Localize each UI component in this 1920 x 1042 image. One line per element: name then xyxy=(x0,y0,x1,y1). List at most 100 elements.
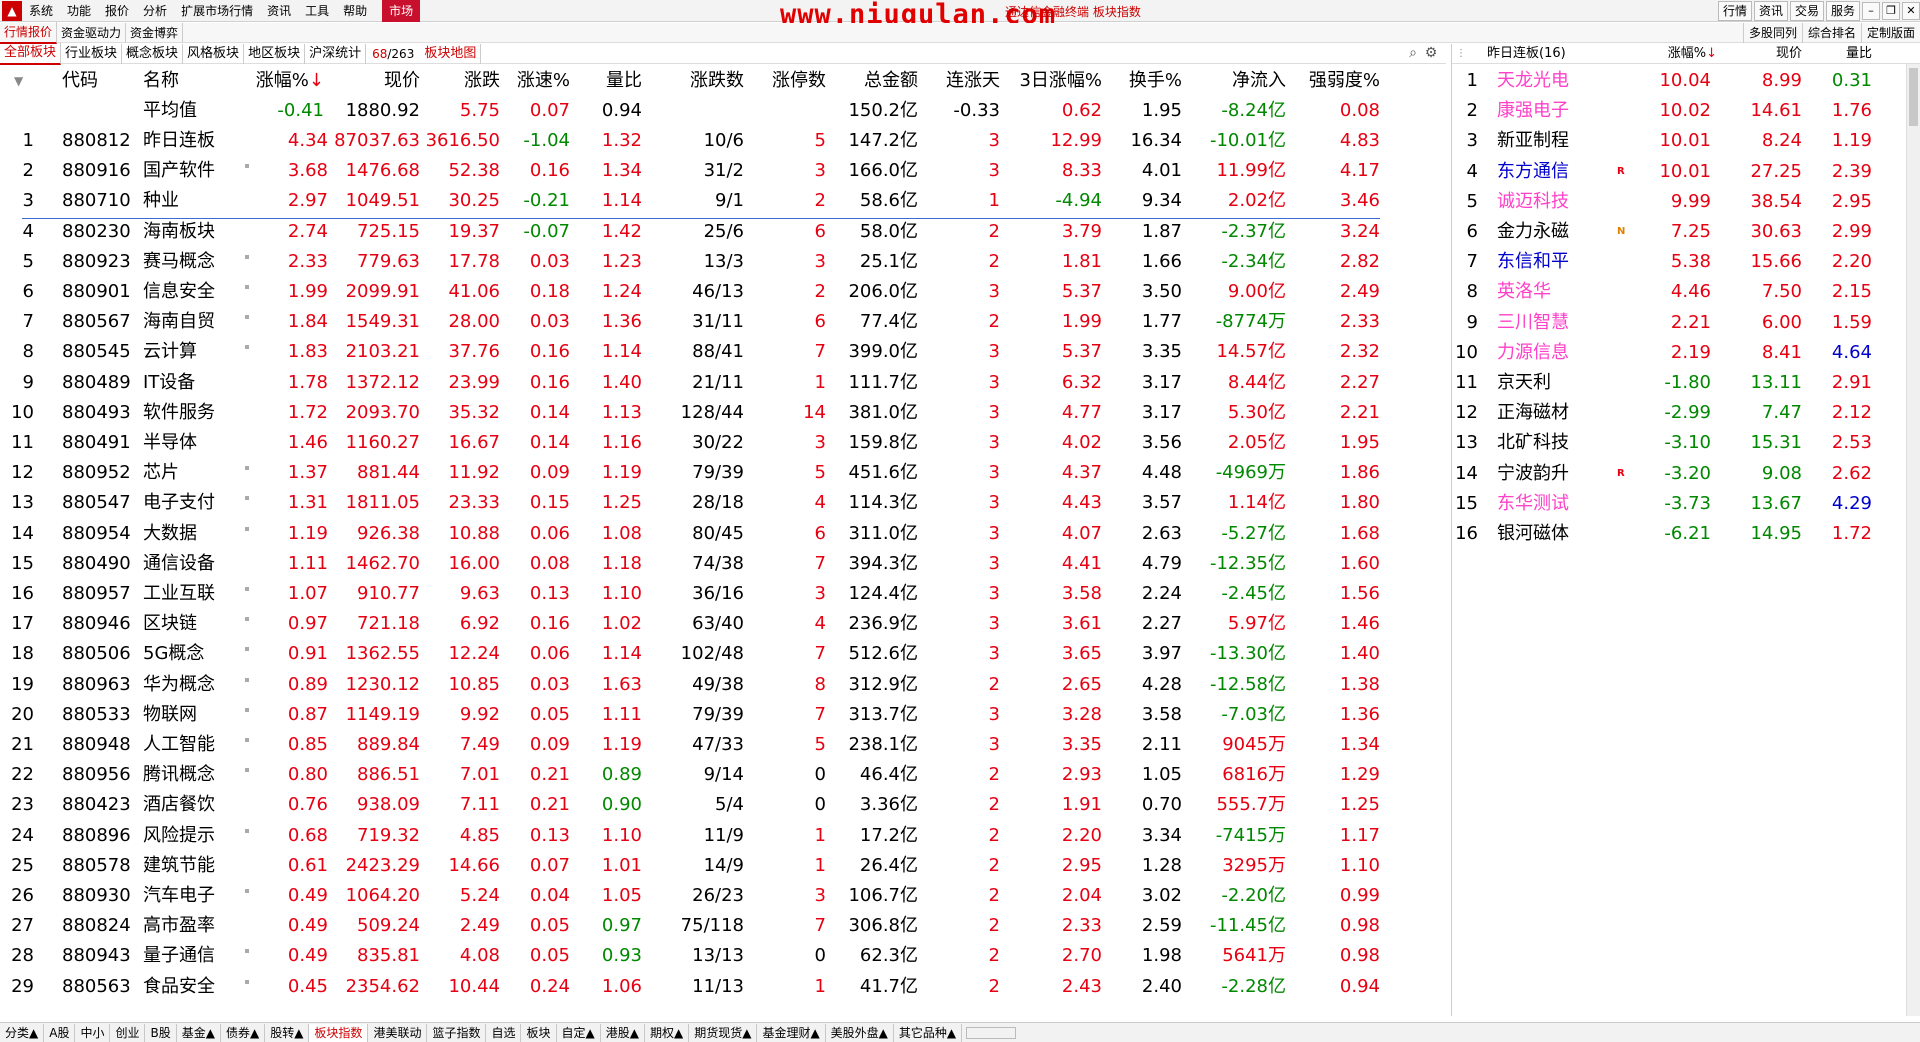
col-limit-up-count[interactable]: 涨停数 xyxy=(744,66,826,96)
table-row[interactable]: 1 880812 昨日连板 4.34 87037.63 3616.50 -1.04 1.32 1… xyxy=(0,126,1446,156)
table-row[interactable]: 12 880952 芯片 1.37 881.44 11.92 0.09 1.19 79/39 5 4… xyxy=(0,458,1446,488)
table-row[interactable]: 18 880506 5G概念 0.91 1362.55 12.24 0.06 1.14 102/… xyxy=(0,639,1446,669)
table-row[interactable]: 11 880491 半导体 1.46 1160.27 16.67 0.14 1.16 30/22… xyxy=(0,428,1446,458)
tab-multi-stock[interactable]: 多股同列 xyxy=(1742,23,1802,43)
col-name[interactable]: 名称 xyxy=(143,66,179,96)
menu-extended-market[interactable]: 扩展市场行情 xyxy=(174,0,260,22)
col-rise-days[interactable]: 连涨天 xyxy=(918,66,1000,96)
menu-tools[interactable]: 工具 xyxy=(298,0,336,22)
bottom-tab[interactable]: 自定▲ xyxy=(557,1023,601,1042)
constituent-row[interactable]: 11 京天利 -1.80 13.11 2.91 xyxy=(1452,368,1920,398)
table-row[interactable]: 13 880547 电子支付 1.31 1811.05 23.33 0.15 1.25 28/1… xyxy=(0,488,1446,518)
bottom-tab[interactable]: 中小 xyxy=(75,1023,111,1042)
tab-fund-game[interactable]: 资金博弈 xyxy=(126,22,184,43)
constituent-row[interactable]: 1 天龙光电 10.04 8.99 0.31 xyxy=(1452,66,1920,96)
tab-quote-board[interactable]: 行情报价 xyxy=(0,21,58,44)
tab-composite-rank[interactable]: 综合排名 xyxy=(1801,23,1861,43)
table-row[interactable]: 16 880957 工业互联 1.07 910.77 9.63 0.13 1.10 36/16 3… xyxy=(0,579,1446,609)
constituent-col-pct[interactable]: 涨幅%↓ xyxy=(1647,44,1717,64)
col-3day-pct[interactable]: 3日涨幅% xyxy=(1000,66,1102,96)
table-row[interactable]: 17 880946 区块链 0.97 721.18 6.92 0.16 1.02 63/40 4 2… xyxy=(0,609,1446,639)
table-row[interactable]: 22 880956 腾讯概念 0.80 886.51 7.01 0.21 0.89 9/14 0 4… xyxy=(0,760,1446,790)
table-row[interactable]: 28 880943 量子通信 0.49 835.81 4.08 0.05 0.93 13/13 0… xyxy=(0,941,1446,971)
table-row[interactable]: 26 880930 汽车电子 0.49 1064.20 5.24 0.04 1.05 26/23… xyxy=(0,881,1446,911)
table-row[interactable]: 9 880489 IT设备 1.78 1372.12 23.99 0.16 1.40 21/11… xyxy=(0,368,1446,398)
table-row[interactable]: 10 880493 软件服务 1.72 2093.70 35.32 0.14 1.13 128/… xyxy=(0,398,1446,428)
bottom-tab[interactable]: 债券▲ xyxy=(221,1023,266,1042)
col-code[interactable]: 代码 xyxy=(62,66,98,96)
tab-all-sectors[interactable]: 全部板块 xyxy=(0,42,62,65)
quote-button[interactable]: 行情 xyxy=(1717,1,1752,21)
table-row[interactable]: 25 880578 建筑节能 0.61 2423.29 14.66 0.07 1.01 14/9… xyxy=(0,851,1446,881)
table-row[interactable]: 24 880896 风险提示 0.68 719.32 4.85 0.13 1.10 11/9 1 1… xyxy=(0,821,1446,851)
menu-market[interactable]: 市场 xyxy=(382,0,421,22)
bottom-tab[interactable]: 美股外盘▲ xyxy=(826,1023,894,1042)
bottom-tab[interactable]: A股 xyxy=(44,1023,76,1042)
bottom-tab[interactable]: B股 xyxy=(145,1023,177,1042)
col-total-amount[interactable]: 总金额 xyxy=(826,66,918,96)
col-net-inflow[interactable]: 净流入 xyxy=(1182,66,1286,96)
table-row[interactable]: 7 880567 海南自贸 1.84 1549.31 28.00 0.03 1.36 31/11… xyxy=(0,307,1446,337)
horizontal-scrollbar[interactable] xyxy=(966,1026,1017,1039)
menu-quote[interactable]: 报价 xyxy=(98,0,136,22)
col-pct[interactable]: 涨幅%↓ xyxy=(254,66,324,96)
news-button[interactable]: 资讯 xyxy=(1753,1,1788,21)
col-up-down-count[interactable]: 涨跌数 xyxy=(642,66,744,96)
col-turnover[interactable]: 换手% xyxy=(1102,66,1182,96)
table-row[interactable]: 23 880423 酒店餐饮 0.76 938.09 7.11 0.21 0.90 5/4 0 3.… xyxy=(0,790,1446,820)
table-row[interactable]: 3 880710 种业 2.97 1049.51 30.25 -0.21 1.14 9/1 2 58… xyxy=(0,186,1446,216)
bottom-tab[interactable]: 分类▲ xyxy=(0,1023,45,1042)
tab-fund-drive[interactable]: 资金驱动力 xyxy=(57,22,127,43)
table-row[interactable]: 15 880490 通信设备 1.11 1462.70 16.00 0.08 1.18 74/3… xyxy=(0,549,1446,579)
constituent-row[interactable]: 8 英洛华 4.46 7.50 2.15 xyxy=(1452,277,1920,307)
table-row[interactable]: 21 880948 人工智能 0.85 889.84 7.49 0.09 1.19 47/33 5… xyxy=(0,730,1446,760)
bottom-tab[interactable]: 篮子指数 xyxy=(427,1023,487,1042)
bottom-tab[interactable]: 基金▲ xyxy=(177,1023,221,1042)
close-icon[interactable]: ✕ xyxy=(1902,2,1920,20)
search-icon[interactable]: ⌕ xyxy=(1404,45,1422,61)
table-row[interactable]: 27 880824 高市盈率 0.49 509.24 2.49 0.05 0.97 75/118… xyxy=(0,911,1446,941)
constituent-row[interactable]: 4 东方通信 R 10.01 27.25 2.39 xyxy=(1452,157,1920,187)
constituent-row[interactable]: 12 正海磁材 -2.99 7.47 2.12 xyxy=(1452,398,1920,428)
constituent-row[interactable]: 6 金力永磁 N 7.25 30.63 2.99 xyxy=(1452,217,1920,247)
constituent-row[interactable]: 5 诚迈科技 9.99 38.54 2.95 xyxy=(1452,187,1920,217)
service-button[interactable]: 服务 xyxy=(1825,1,1860,21)
table-row[interactable]: 5 880923 赛马概念 2.33 779.63 17.78 0.03 1.23 13/3 3 2… xyxy=(0,247,1446,277)
tab-market-stats[interactable]: 沪深统计 xyxy=(305,43,367,64)
drag-handle-icon[interactable]: ⋮ xyxy=(1456,44,1466,64)
menu-help[interactable]: 帮助 xyxy=(336,0,374,22)
table-row[interactable]: 8 880545 云计算 1.83 2103.21 37.76 0.16 1.14 88/41 7… xyxy=(0,337,1446,367)
tab-style-sectors[interactable]: 风格板块 xyxy=(183,43,245,64)
minimize-icon[interactable]: – xyxy=(1862,2,1880,20)
tab-sector-map[interactable]: 板块地图 xyxy=(420,43,482,64)
col-change[interactable]: 涨跌 xyxy=(420,66,500,96)
bottom-tab[interactable]: 板块指数 xyxy=(309,1023,369,1042)
constituent-row[interactable]: 16 银河磁体 -6.21 14.95 1.72 xyxy=(1452,519,1920,549)
menu-news[interactable]: 资讯 xyxy=(260,0,298,22)
sort-triangle-icon[interactable]: ▼ xyxy=(14,66,23,96)
bottom-tab[interactable]: 其它品种▲ xyxy=(894,1023,963,1042)
tab-custom-layout[interactable]: 定制版面 xyxy=(1860,23,1920,43)
col-strength[interactable]: 强弱度% xyxy=(1286,66,1380,96)
constituent-col-volume-ratio[interactable]: 量比 xyxy=(1812,44,1872,64)
bottom-tab[interactable]: 基金理财▲ xyxy=(757,1023,826,1042)
col-speed[interactable]: 涨速% xyxy=(500,66,570,96)
bottom-tab[interactable]: 股转▲ xyxy=(265,1023,310,1042)
restore-icon[interactable]: ❐ xyxy=(1882,2,1900,20)
bottom-tab[interactable]: 创业 xyxy=(110,1023,146,1042)
table-row[interactable]: 14 880954 大数据 1.19 926.38 10.88 0.06 1.08 80/45 6… xyxy=(0,519,1446,549)
tab-concept-sectors[interactable]: 概念板块 xyxy=(122,43,184,64)
tab-region-sectors[interactable]: 地区板块 xyxy=(244,43,306,64)
bottom-tab[interactable]: 自选 xyxy=(486,1023,522,1042)
table-row[interactable]: 20 880533 物联网 0.87 1149.19 9.92 0.05 1.11 79/39 7… xyxy=(0,700,1446,730)
bottom-tab[interactable]: 板块 xyxy=(521,1023,557,1042)
constituent-row[interactable]: 2 康强电子 10.02 14.61 1.76 xyxy=(1452,96,1920,126)
table-row[interactable]: 6 880901 信息安全 1.99 2099.91 41.06 0.18 1.24 46/13… xyxy=(0,277,1446,307)
menu-analysis[interactable]: 分析 xyxy=(136,0,174,22)
constituent-col-price[interactable]: 现价 xyxy=(1732,44,1802,64)
col-price[interactable]: 现价 xyxy=(330,66,420,96)
constituent-row[interactable]: 15 东华测试 -3.73 13.67 4.29 xyxy=(1452,489,1920,519)
bottom-tab[interactable]: 期货现货▲ xyxy=(689,1023,758,1042)
bottom-tab[interactable]: 期权▲ xyxy=(645,1023,690,1042)
table-row[interactable]: 4 880230 海南板块 2.74 725.15 19.37 -0.07 1.42 25/6 6… xyxy=(0,217,1446,247)
